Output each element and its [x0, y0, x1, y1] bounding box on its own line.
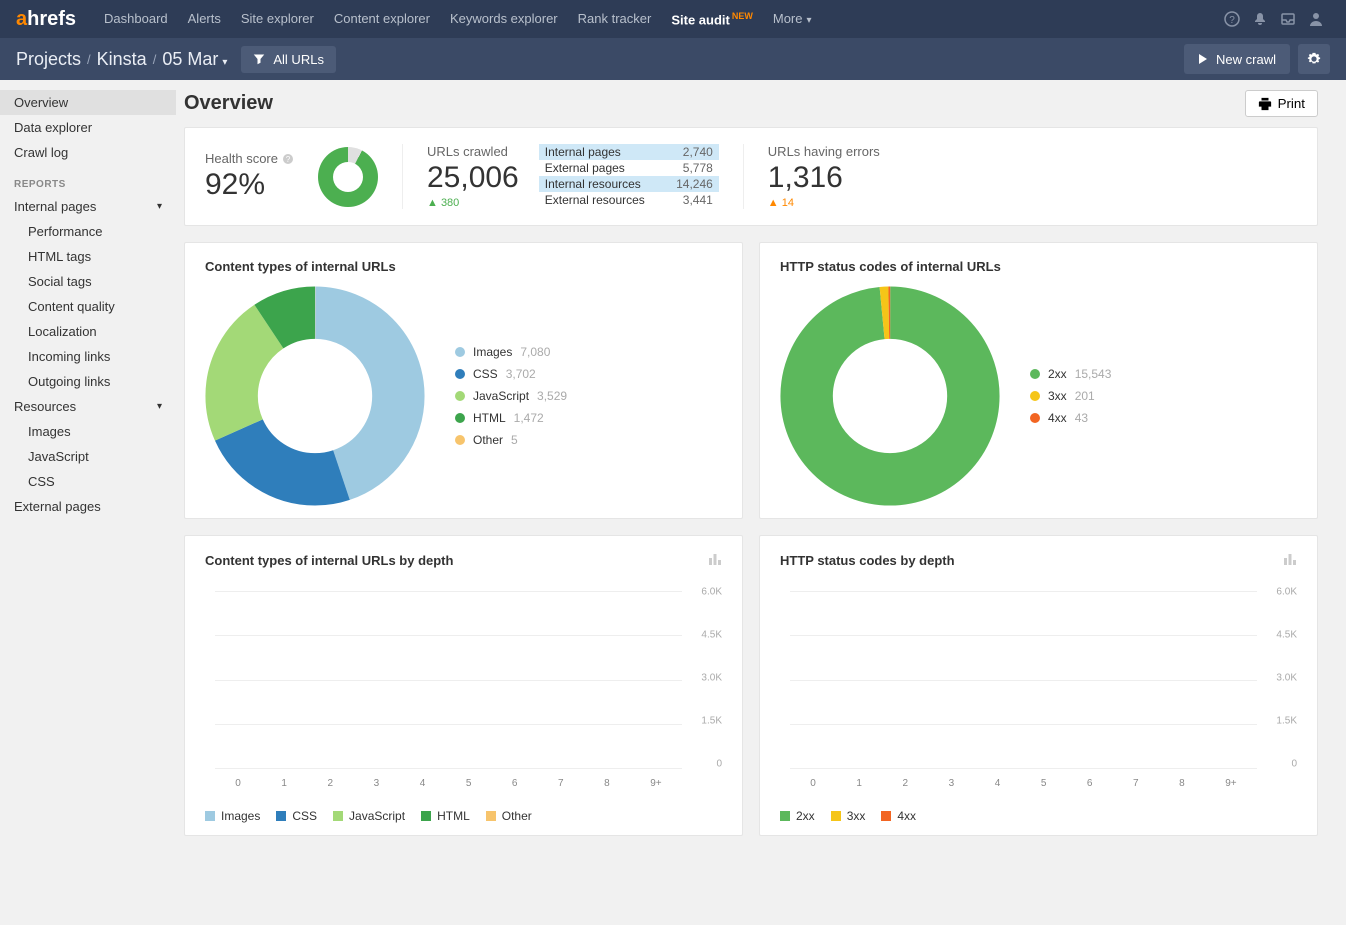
urls-crawled-delta: ▲ 380: [427, 197, 519, 209]
legend-item[interactable]: HTML: [421, 809, 470, 823]
breadcrumb[interactable]: Projects: [16, 49, 81, 70]
errors-label: URLs having errors: [768, 144, 880, 159]
bell-icon[interactable]: [1246, 5, 1274, 33]
play-icon: [1198, 54, 1208, 64]
navbar: ahrefs DashboardAlertsSite explorerConte…: [0, 0, 1346, 38]
legend-item[interactable]: JavaScript3,529: [455, 389, 567, 403]
nav-item-rank-tracker[interactable]: Rank tracker: [568, 11, 662, 27]
nav-item-content-explorer[interactable]: Content explorer: [324, 11, 440, 27]
legend-item[interactable]: Other: [486, 809, 532, 823]
sidebar-item-overview[interactable]: Overview: [0, 90, 176, 115]
status-codes-depth-panel: HTTP status codes by depth 01.5K3.0K4.5K…: [759, 535, 1318, 836]
sidebar-item-localization[interactable]: Localization: [0, 319, 176, 344]
info-icon: ?: [282, 153, 294, 165]
content-types-depth-chart: 01.5K3.0K4.5K6.0K0123456789+: [205, 581, 722, 801]
urls-crawled-label: URLs crawled: [427, 144, 519, 159]
legend-item[interactable]: 3xx201: [1030, 389, 1111, 403]
print-button[interactable]: Print: [1245, 90, 1318, 117]
health-score-value: 92%: [205, 168, 294, 202]
breakdown-row[interactable]: External pages5,778: [539, 160, 719, 176]
sidebar-item-crawl-log[interactable]: Crawl log: [0, 140, 176, 165]
status-codes-panel: HTTP status codes of internal URLs 2xx15…: [759, 242, 1318, 519]
health-score-label: Health score ?: [205, 151, 294, 166]
sidebar-item-social-tags[interactable]: Social tags: [0, 269, 176, 294]
status-codes-donut: [780, 286, 1000, 506]
breakdown-row[interactable]: External resources3,441: [539, 192, 719, 208]
health-donut: [318, 147, 378, 207]
urls-crawled-value: 25,006: [427, 161, 519, 195]
date-selector[interactable]: 05 Mar▾: [162, 49, 227, 70]
help-icon[interactable]: ?: [1218, 5, 1246, 33]
nav-item-keywords-explorer[interactable]: Keywords explorer: [440, 11, 568, 27]
status-codes-depth-chart: 01.5K3.0K4.5K6.0K0123456789+: [780, 581, 1297, 801]
settings-button[interactable]: [1298, 44, 1330, 74]
nav-item-more[interactable]: More▾: [763, 11, 822, 27]
sidebar-item-data-explorer[interactable]: Data explorer: [0, 115, 176, 140]
nav-item-alerts[interactable]: Alerts: [178, 11, 231, 27]
content-types-donut: [205, 286, 425, 506]
filter-icon: [253, 53, 265, 65]
sidebar-item-performance[interactable]: Performance: [0, 219, 176, 244]
legend-item[interactable]: Other5: [455, 433, 567, 447]
nav-item-dashboard[interactable]: Dashboard: [94, 11, 178, 27]
sidebar-item-resources[interactable]: Resources▾: [0, 394, 176, 419]
sidebar-section-reports: REPORTS: [0, 165, 176, 194]
new-crawl-button[interactable]: New crawl: [1184, 44, 1290, 74]
content-types-depth-panel: Content types of internal URLs by depth …: [184, 535, 743, 836]
sidebar-item-css[interactable]: CSS: [0, 469, 176, 494]
svg-text:?: ?: [1229, 15, 1235, 26]
print-icon: [1258, 97, 1272, 111]
chart-toggle-icon[interactable]: [1283, 552, 1297, 569]
legend-item[interactable]: CSS: [276, 809, 317, 823]
user-icon[interactable]: [1302, 5, 1330, 33]
chart-toggle-icon[interactable]: [708, 552, 722, 569]
inbox-icon[interactable]: [1274, 5, 1302, 33]
sidebar-item-internal-pages[interactable]: Internal pages▾: [0, 194, 176, 219]
legend-item[interactable]: 2xx: [780, 809, 815, 823]
nav-item-site-audit[interactable]: Site auditNEW: [661, 11, 763, 27]
breadcrumb[interactable]: Kinsta: [97, 49, 147, 70]
summary-card: Health score ? 92% URLs crawled 25,006 ▲…: [184, 127, 1318, 226]
page-title: Overview: [184, 92, 273, 115]
legend-item[interactable]: JavaScript: [333, 809, 405, 823]
legend-item[interactable]: HTML1,472: [455, 411, 567, 425]
nav-item-site-explorer[interactable]: Site explorer: [231, 11, 324, 27]
legend-item[interactable]: 4xx: [881, 809, 916, 823]
sidebar-item-external-pages[interactable]: External pages: [0, 494, 176, 519]
errors-value: 1,316: [768, 161, 880, 195]
sidebar-item-incoming-links[interactable]: Incoming links: [0, 344, 176, 369]
legend-item[interactable]: CSS3,702: [455, 367, 567, 381]
legend-item[interactable]: 2xx15,543: [1030, 367, 1111, 381]
legend-item[interactable]: 4xx43: [1030, 411, 1111, 425]
sidebar-item-javascript[interactable]: JavaScript: [0, 444, 176, 469]
sidebar-item-content-quality[interactable]: Content quality: [0, 294, 176, 319]
svg-text:?: ?: [286, 155, 291, 164]
url-filter-button[interactable]: All URLs: [241, 46, 336, 73]
breadcrumb-bar: Projects / Kinsta / 05 Mar▾ All URLs New…: [0, 38, 1346, 80]
breakdown-row[interactable]: Internal pages2,740: [539, 144, 719, 160]
content-types-panel: Content types of internal URLs Images7,0…: [184, 242, 743, 519]
legend-item[interactable]: Images: [205, 809, 260, 823]
legend-item[interactable]: 3xx: [831, 809, 866, 823]
sidebar: OverviewData explorerCrawl logREPORTSInt…: [0, 80, 176, 866]
errors-delta: ▲ 14: [768, 197, 880, 209]
sidebar-item-html-tags[interactable]: HTML tags: [0, 244, 176, 269]
url-breakdown: Internal pages2,740External pages5,778In…: [539, 144, 719, 209]
sidebar-item-outgoing-links[interactable]: Outgoing links: [0, 369, 176, 394]
gear-icon: [1307, 52, 1321, 66]
legend-item[interactable]: Images7,080: [455, 345, 567, 359]
logo[interactable]: ahrefs: [16, 8, 76, 31]
sidebar-item-images[interactable]: Images: [0, 419, 176, 444]
breakdown-row[interactable]: Internal resources14,246: [539, 176, 719, 192]
